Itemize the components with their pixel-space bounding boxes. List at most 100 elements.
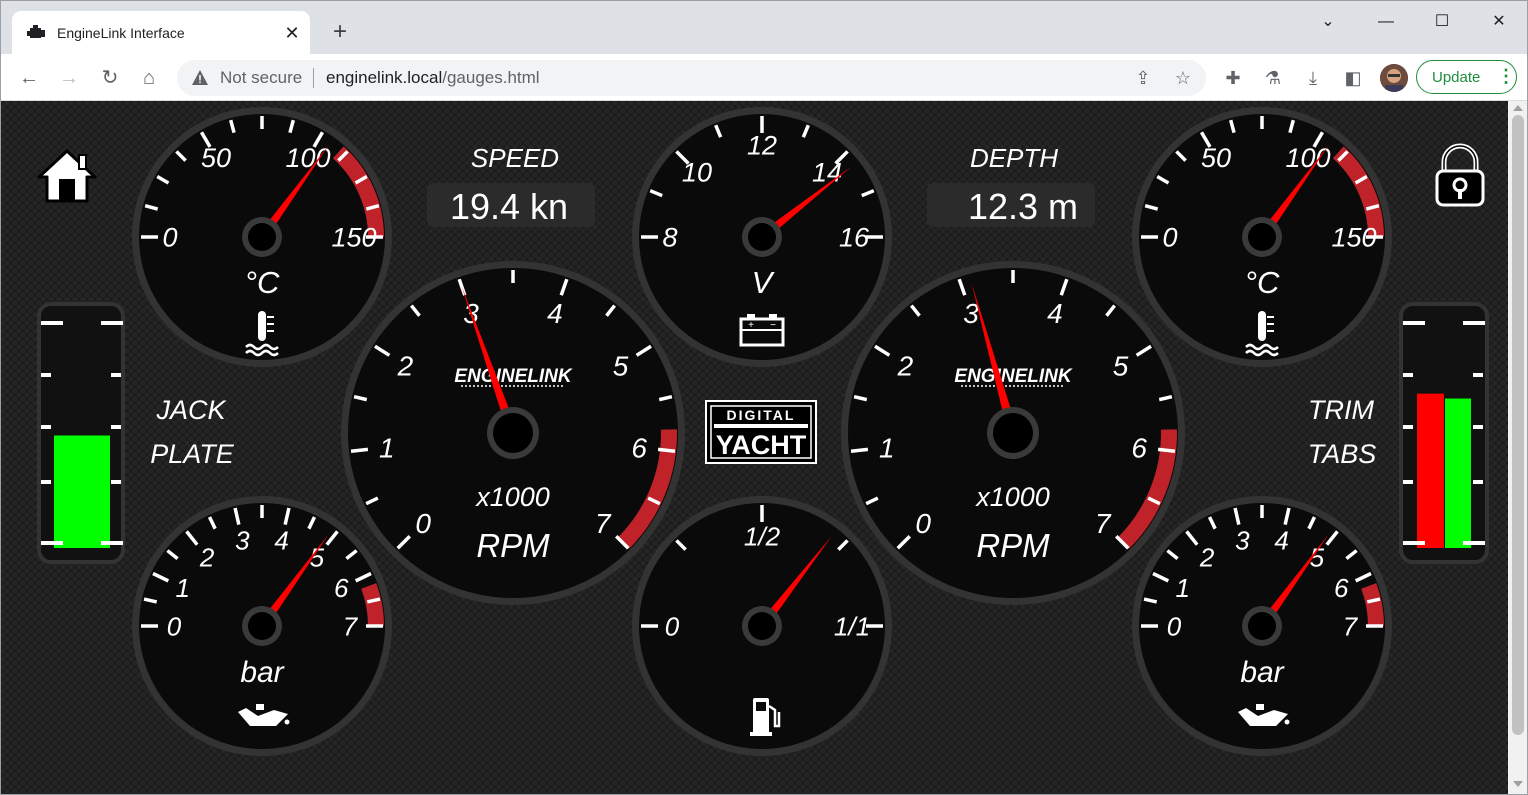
warning-icon (192, 70, 208, 85)
lock-icon[interactable] (1435, 143, 1485, 207)
depth-value: 12.3 m (968, 186, 1078, 227)
oil-right-gauge: 0123 4567bar (1132, 496, 1392, 756)
tab-title: EngineLink Interface (57, 25, 185, 41)
gauge-unit: °C (245, 265, 280, 300)
trim-tab-left-bar (1417, 393, 1444, 548)
gauge-unit: V (752, 265, 776, 300)
gauge-unit: bar (240, 656, 284, 689)
engine-icon (27, 25, 45, 38)
gauge-major-tick (850, 447, 869, 453)
jack-label-2: PLATE (150, 439, 235, 469)
home-icon[interactable]: ⌂ (135, 64, 163, 92)
gauge-tick-label: 1 (175, 573, 189, 603)
gauge-dashboard: JACK PLATE TRIM TABS SPEED 19.4 kn DEPTH… (37, 107, 1489, 756)
side-panel-icon[interactable]: ◧ (1341, 66, 1365, 90)
back-icon[interactable]: ← (15, 64, 43, 92)
gauge-tick-label: 8 (662, 223, 677, 253)
gauge-redzone (1361, 583, 1384, 627)
enginelink-brand: ENGINELINK (454, 366, 572, 387)
tab-strip: EngineLink Interface ✕ + ⌄ — ☐ ✕ (1, 1, 1527, 55)
gauge-unit: bar (1240, 656, 1284, 689)
browser-toolbar: ← → ↻ ⌂ Not secure enginelink.local/gaug… (1, 54, 1527, 101)
gauge-tick-label: 3 (235, 526, 250, 556)
page-scrollbar[interactable] (1508, 101, 1527, 794)
browser-tab[interactable]: EngineLink Interface ✕ (12, 11, 310, 55)
gauge-tick-label: 100 (285, 143, 330, 173)
close-window-icon[interactable]: ✕ (1476, 9, 1522, 35)
gauge-major-tick (657, 447, 676, 453)
gauge-unit: RPM (976, 527, 1050, 564)
bookmark-star-icon[interactable]: ☆ (1171, 66, 1195, 90)
gauge-tick-label: 1 (1175, 573, 1189, 603)
gauge-tick-label: 0 (1167, 611, 1182, 641)
update-label: Update (1432, 69, 1481, 86)
trim-tab-right-bar (1445, 398, 1471, 548)
gauge-tick-label: 50 (1201, 143, 1231, 173)
gauge-tick-label: 50 (201, 143, 231, 173)
gauge-tick-label: 12 (747, 131, 777, 161)
tab-search-icon[interactable]: ⌄ (1305, 9, 1351, 35)
fuel-gauge: 0 1/2 1/1 (632, 496, 892, 756)
browser-window: EngineLink Interface ✕ + ⌄ — ☐ ✕ ← → ↻ ⌂… (0, 0, 1528, 795)
gauge-redzone (361, 583, 384, 627)
gauge-tick-label: 3 (1235, 526, 1250, 556)
voltage-gauge: 8 10 12 14 16 V + − (632, 107, 892, 367)
gauge-tick-label: 0 (415, 508, 431, 539)
gauge-tick-label: 1/1 (834, 611, 870, 641)
gauge-tick-label: 14 (812, 158, 842, 188)
security-status[interactable]: Not secure (220, 68, 302, 88)
gauge-tick-label: 7 (1095, 508, 1112, 539)
gauge-tick-label: 150 (1331, 223, 1376, 253)
download-icon[interactable]: ⤓ (1301, 66, 1325, 90)
gauge-tick-label: 1 (879, 432, 895, 463)
rpm-right-gauge: 0123 4567x1000RPMENGINELINK (841, 261, 1185, 605)
gauge-tick-label: 4 (547, 298, 563, 329)
avatar[interactable] (1380, 64, 1408, 92)
new-tab-icon[interactable]: + (327, 19, 353, 45)
gauge-tick-label: 7 (595, 508, 612, 539)
extensions-icon[interactable]: ✚ (1221, 66, 1245, 90)
minimize-icon[interactable]: — (1363, 9, 1409, 35)
trim-label-1: TRIM (1308, 395, 1374, 425)
rpm-left-gauge: 01234567x1000RPMENGINELINK (341, 261, 685, 605)
jack-label-1: JACK (155, 395, 226, 425)
scroll-down-icon[interactable] (1513, 781, 1523, 787)
speed-label: SPEED (471, 143, 559, 173)
gauge-tick-label: 2 (1199, 543, 1215, 573)
gauge-major-tick (350, 447, 369, 453)
close-tab-icon[interactable]: ✕ (280, 21, 304, 45)
logo-line-2: YACHT (716, 430, 807, 460)
gauge-hub-center (493, 413, 533, 453)
forward-icon[interactable]: → (55, 64, 83, 92)
gauge-tick-label: 2 (199, 543, 215, 573)
gauge-tick-label: 10 (682, 158, 712, 188)
scroll-up-icon[interactable] (1513, 105, 1523, 111)
scroll-thumb[interactable] (1512, 115, 1524, 735)
profile-photo-icon (1380, 64, 1408, 92)
url-host: enginelink.local (326, 68, 443, 87)
speed-value: 19.4 kn (450, 186, 568, 227)
update-button[interactable]: Update ⋮ (1416, 60, 1517, 94)
gauge-unit: RPM (476, 527, 550, 564)
gauge-tick-label: 0 (1162, 223, 1177, 253)
gauge-tick-label: 4 (274, 526, 288, 556)
maximize-icon[interactable]: ☐ (1419, 9, 1465, 35)
divider (313, 68, 314, 88)
labs-flask-icon[interactable]: ⚗ (1261, 66, 1285, 90)
rpm-multiplier: x1000 (974, 482, 1050, 512)
depth-label: DEPTH (970, 143, 1058, 173)
gauge-hub-center (1248, 612, 1276, 640)
home-icon[interactable] (37, 149, 97, 203)
gauge-tick-label: 150 (331, 223, 376, 253)
gauge-tick-label: 100 (1285, 143, 1330, 173)
gauge-tick-label: 7 (343, 611, 359, 641)
url-text[interactable]: enginelink.local/gauges.html (326, 68, 540, 88)
gauge-tick-label: 6 (631, 432, 647, 463)
gauge-major-tick (1157, 447, 1176, 453)
share-icon[interactable]: ⇪ (1131, 66, 1155, 90)
address-bar[interactable]: Not secure enginelink.local/gauges.html … (177, 60, 1206, 96)
logo-barcode (714, 424, 808, 428)
more-menu-icon[interactable]: ⋮ (1497, 66, 1515, 86)
gauge-tick-label: 5 (613, 351, 629, 382)
reload-icon[interactable]: ↻ (96, 64, 124, 92)
